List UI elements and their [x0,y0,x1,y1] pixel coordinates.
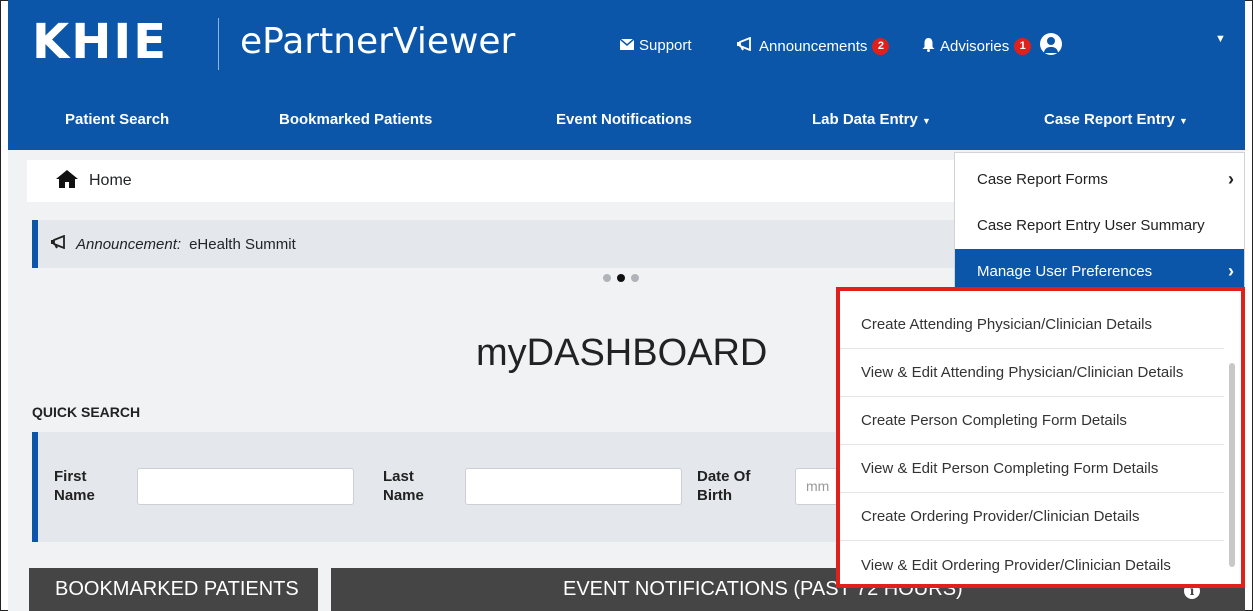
dob-label-line1: Date Of [697,468,751,485]
advisories-label: Advisories [940,38,1010,55]
megaphone-icon [50,234,68,253]
main-nav: Patient Search Bookmarked Patients Event… [8,100,1245,150]
home-icon[interactable] [55,169,79,194]
manage-user-preferences-submenu: Create Attending Physician/Clinician Det… [836,287,1245,588]
case-report-entry-dropdown: Case Report Forms › Case Report Entry Us… [954,152,1245,293]
first-name-input[interactable] [137,468,354,505]
app-name: ePartnerViewer [240,21,516,62]
bell-icon [922,37,935,56]
khie-logo[interactable]: KHIE [32,12,168,72]
menu-item-case-report-forms[interactable]: Case Report Forms › [955,157,1244,201]
nav-patient-search[interactable]: Patient Search [65,111,169,128]
carousel-indicators [603,274,639,282]
carousel-dot[interactable] [603,274,611,282]
first-name-label: First Name [54,467,95,505]
carousel-dot[interactable] [631,274,639,282]
advisories-link[interactable]: Advisories 1 [922,37,1032,56]
breadcrumb: Home [27,160,962,202]
submenu-item-edit-person-completing[interactable]: View & Edit Person Completing Form Detai… [840,445,1224,493]
user-menu-caret-icon[interactable]: ▼ [1215,33,1226,45]
chevron-down-icon: ▼ [1179,116,1188,126]
last-name-label-line2: Name [383,487,424,504]
nav-lab-data-entry-label: Lab Data Entry [812,111,918,128]
menu-item-label: Manage User Preferences [977,262,1153,280]
last-name-label: Last Name [383,467,424,505]
last-name-input[interactable] [465,468,682,505]
nav-lab-data-entry[interactable]: Lab Data Entry ▼ [812,111,931,128]
announcements-link[interactable]: Announcements 2 [736,36,890,55]
submenu-item-create-person-completing[interactable]: Create Person Completing Form Details [840,397,1224,445]
nav-case-report-entry[interactable]: Case Report Entry ▼ [1044,111,1188,128]
submenu-scrollbar[interactable] [1229,363,1235,567]
submenu-item-edit-attending[interactable]: View & Edit Attending Physician/Clinicia… [840,349,1224,397]
top-header: KHIE ePartnerViewer Support Announcement… [8,0,1245,100]
announcements-count-badge: 2 [872,37,890,55]
nav-event-notifications[interactable]: Event Notifications [556,111,692,128]
announcements-label: Announcements [759,37,868,55]
advisories-count-badge: 1 [1014,38,1032,55]
nav-bookmarked-patients[interactable]: Bookmarked Patients [279,111,432,128]
envelope-icon [619,37,635,54]
submenu-item-create-ordering-provider[interactable]: Create Ordering Provider/Clinician Detai… [840,493,1224,541]
menu-item-label: Case Report Entry User Summary [977,216,1205,234]
chevron-right-icon: › [1228,260,1234,281]
chevron-down-icon: ▼ [922,116,931,126]
menu-item-label: Case Report Forms [977,170,1108,188]
submenu-item-edit-ordering-provider[interactable]: View & Edit Ordering Provider/Clinician … [840,541,1224,589]
announcement-banner: Announcement: eHealth Summit [32,220,962,268]
dob-label-line2: Birth [697,487,732,504]
dob-label: Date Of Birth [697,467,750,505]
announcement-text[interactable]: eHealth Summit [189,236,296,253]
support-label: Support [639,37,692,54]
megaphone-icon [736,36,754,55]
breadcrumb-home[interactable]: Home [89,172,132,190]
logo-divider [218,18,219,70]
quick-search-label: QUICK SEARCH [32,404,141,420]
first-name-label-line2: Name [54,487,95,504]
user-account-icon[interactable] [1040,33,1062,55]
submenu-item-create-attending[interactable]: Create Attending Physician/Clinician Det… [840,301,1224,349]
chevron-right-icon: › [1228,168,1234,189]
bookmarked-patients-panel-header[interactable]: BOOKMARKED PATIENTS [29,568,318,611]
nav-case-report-entry-label: Case Report Entry [1044,111,1175,128]
announcement-prefix: Announcement: [76,235,182,253]
page-title: myDASHBOARD [476,332,768,374]
last-name-label-line1: Last [383,468,414,485]
support-link[interactable]: Support [619,37,692,54]
first-name-label-line1: First [54,468,87,485]
carousel-dot-active[interactable] [617,274,625,282]
menu-item-user-summary[interactable]: Case Report Entry User Summary [955,203,1244,247]
